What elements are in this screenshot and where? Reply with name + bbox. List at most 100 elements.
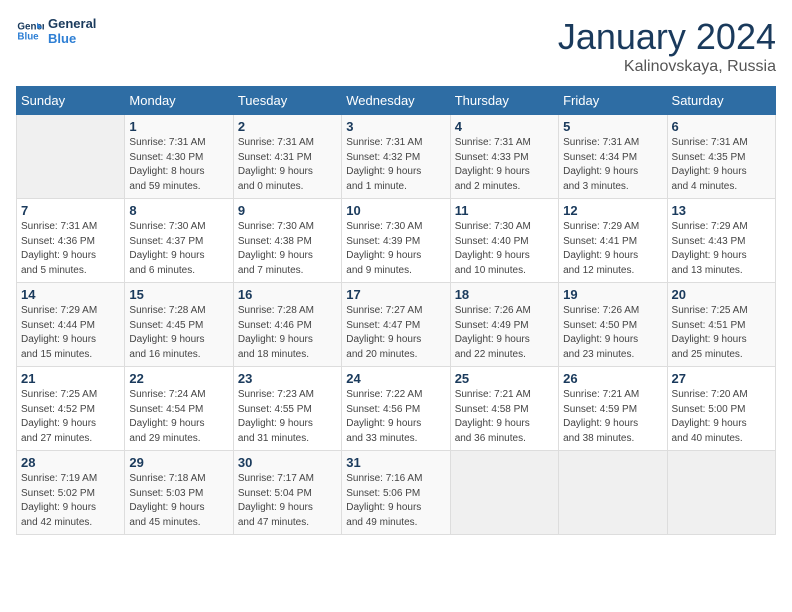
cell-line: and 0 minutes. <box>238 180 337 195</box>
day-number: 20 <box>672 287 771 302</box>
day-number: 24 <box>346 371 445 386</box>
cell-line: Daylight: 9 hours <box>346 165 445 180</box>
cell-line: Sunset: 4:55 PM <box>238 403 337 418</box>
day-number: 1 <box>129 119 228 134</box>
day-number: 30 <box>238 455 337 470</box>
day-number: 4 <box>455 119 554 134</box>
day-number: 26 <box>563 371 662 386</box>
day-number: 22 <box>129 371 228 386</box>
cell-line: Sunset: 4:56 PM <box>346 403 445 418</box>
calendar-cell: 8 Sunrise: 7:30 AMSunset: 4:37 PMDaylight… <box>125 199 233 283</box>
cell-line: Sunrise: 7:25 AM <box>672 304 771 319</box>
svg-text:Blue: Blue <box>17 31 39 42</box>
calendar-cell: 14 Sunrise: 7:29 AMSunset: 4:44 PMDayligh… <box>17 283 125 367</box>
calendar-cell: 24 Sunrise: 7:22 AMSunset: 4:56 PMDayligh… <box>342 367 450 451</box>
cell-line: Sunrise: 7:30 AM <box>238 220 337 235</box>
day-number: 28 <box>21 455 120 470</box>
cell-line: Sunset: 4:33 PM <box>455 151 554 166</box>
cell-line: Sunset: 4:52 PM <box>21 403 120 418</box>
cell-content: Sunrise: 7:23 AMSunset: 4:55 PMDaylight:… <box>238 388 337 446</box>
calendar-cell: 31Sunrise: 7:16 AMSunset: 5:06 PMDayligh… <box>342 451 450 535</box>
cell-line: Sunset: 4:47 PM <box>346 319 445 334</box>
cell-line: Sunset: 4:49 PM <box>455 319 554 334</box>
cell-line: Sunset: 5:02 PM <box>21 487 120 502</box>
cell-line: Sunrise: 7:26 AM <box>563 304 662 319</box>
day-number: 5 <box>563 119 662 134</box>
calendar-cell: 22 Sunrise: 7:24 AMSunset: 4:54 PMDayligh… <box>125 367 233 451</box>
cell-line: and 13 minutes. <box>672 264 771 279</box>
cell-line: Sunrise: 7:31 AM <box>129 136 228 151</box>
day-number: 9 <box>238 203 337 218</box>
cell-line: Sunrise: 7:31 AM <box>346 136 445 151</box>
day-number: 2 <box>238 119 337 134</box>
cell-line: Sunrise: 7:30 AM <box>129 220 228 235</box>
calendar-cell <box>559 451 667 535</box>
day-number: 3 <box>346 119 445 134</box>
cell-line: Sunset: 4:44 PM <box>21 319 120 334</box>
calendar-cell: 7Sunrise: 7:31 AMSunset: 4:36 PMDaylight… <box>17 199 125 283</box>
cell-line: and 12 minutes. <box>563 264 662 279</box>
cell-line: Daylight: 8 hours <box>129 165 228 180</box>
cell-line: Daylight: 9 hours <box>21 417 120 432</box>
cell-line: Daylight: 9 hours <box>129 501 228 516</box>
calendar-cell: 25Sunrise: 7:21 AMSunset: 4:58 PMDayligh… <box>450 367 558 451</box>
cell-line: and 42 minutes. <box>21 516 120 531</box>
cell-line: Daylight: 9 hours <box>672 165 771 180</box>
calendar-header-row: SundayMondayTuesdayWednesdayThursdayFrid… <box>17 87 776 115</box>
cell-line: and 3 minutes. <box>563 180 662 195</box>
page-header: General Blue General Blue January 2024 K… <box>16 16 776 76</box>
cell-content: Sunrise: 7:30 AMSunset: 4:37 PMDaylight:… <box>129 220 228 278</box>
calendar-cell: 9 Sunrise: 7:30 AMSunset: 4:38 PMDaylight… <box>233 199 341 283</box>
cell-line: and 25 minutes. <box>672 348 771 363</box>
cell-line: Sunrise: 7:29 AM <box>21 304 120 319</box>
cell-line: Sunset: 4:45 PM <box>129 319 228 334</box>
cell-content: Sunrise: 7:25 AMSunset: 4:52 PMDaylight:… <box>21 388 120 446</box>
cell-line: Sunrise: 7:28 AM <box>129 304 228 319</box>
cell-content: Sunrise: 7:24 AMSunset: 4:54 PMDaylight:… <box>129 388 228 446</box>
cell-content: Sunrise: 7:27 AMSunset: 4:47 PMDaylight:… <box>346 304 445 362</box>
cell-line: Daylight: 9 hours <box>563 333 662 348</box>
cell-line: and 33 minutes. <box>346 432 445 447</box>
cell-line: Sunset: 4:43 PM <box>672 235 771 250</box>
cell-line: Daylight: 9 hours <box>21 501 120 516</box>
calendar-cell: 20 Sunrise: 7:25 AMSunset: 4:51 PMDayligh… <box>667 283 775 367</box>
cell-content: Sunrise: 7:31 AMSunset: 4:30 PMDaylight:… <box>129 136 228 194</box>
cell-line: Daylight: 9 hours <box>238 417 337 432</box>
calendar-cell: 15Sunrise: 7:28 AMSunset: 4:45 PMDayligh… <box>125 283 233 367</box>
cell-content: Sunrise: 7:21 AMSunset: 4:59 PMDaylight:… <box>563 388 662 446</box>
cell-line: Sunset: 4:54 PM <box>129 403 228 418</box>
cell-line: Sunset: 4:37 PM <box>129 235 228 250</box>
cell-line: and 36 minutes. <box>455 432 554 447</box>
cell-line: and 2 minutes. <box>455 180 554 195</box>
cell-content: Sunrise: 7:18 AMSunset: 5:03 PMDaylight:… <box>129 472 228 530</box>
cell-content: Sunrise: 7:25 AMSunset: 4:51 PMDaylight:… <box>672 304 771 362</box>
cell-content: Sunrise: 7:22 AMSunset: 4:56 PMDaylight:… <box>346 388 445 446</box>
cell-line: Sunset: 4:30 PM <box>129 151 228 166</box>
calendar-cell: 21Sunrise: 7:25 AMSunset: 4:52 PMDayligh… <box>17 367 125 451</box>
cell-line: Sunset: 4:46 PM <box>238 319 337 334</box>
column-header-friday: Friday <box>559 87 667 115</box>
logo-line2: Blue <box>48 31 96 46</box>
cell-line: Sunset: 4:40 PM <box>455 235 554 250</box>
calendar-cell: 10Sunrise: 7:30 AMSunset: 4:39 PMDayligh… <box>342 199 450 283</box>
calendar-week-row: 1Sunrise: 7:31 AMSunset: 4:30 PMDaylight… <box>17 115 776 199</box>
cell-line: Sunrise: 7:22 AM <box>346 388 445 403</box>
calendar-cell: 29Sunrise: 7:18 AMSunset: 5:03 PMDayligh… <box>125 451 233 535</box>
cell-line: and 38 minutes. <box>563 432 662 447</box>
cell-line: Daylight: 9 hours <box>563 417 662 432</box>
day-number: 25 <box>455 371 554 386</box>
calendar-cell: 11Sunrise: 7:30 AMSunset: 4:40 PMDayligh… <box>450 199 558 283</box>
cell-content: Sunrise: 7:30 AMSunset: 4:38 PMDaylight:… <box>238 220 337 278</box>
day-number: 8 <box>129 203 228 218</box>
cell-line: Daylight: 9 hours <box>455 165 554 180</box>
cell-line: Daylight: 9 hours <box>238 333 337 348</box>
cell-line: Sunrise: 7:20 AM <box>672 388 771 403</box>
cell-line: and 15 minutes. <box>21 348 120 363</box>
logo: General Blue General Blue <box>16 16 96 46</box>
calendar-title: January 2024 <box>558 16 776 58</box>
cell-content: Sunrise: 7:29 AMSunset: 4:44 PMDaylight:… <box>21 304 120 362</box>
calendar-cell <box>17 115 125 199</box>
cell-content: Sunrise: 7:28 AMSunset: 4:46 PMDaylight:… <box>238 304 337 362</box>
day-number: 14 <box>21 287 120 302</box>
cell-line: Sunrise: 7:16 AM <box>346 472 445 487</box>
